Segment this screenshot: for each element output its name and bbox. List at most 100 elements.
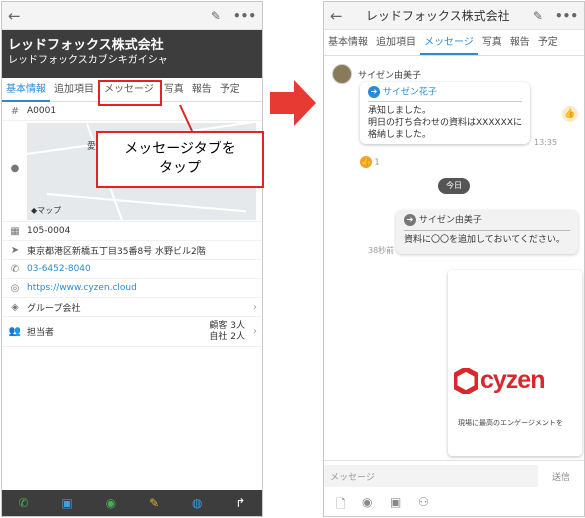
- phone-row[interactable]: ✆ 03-6452-8040: [2, 260, 262, 279]
- cyzen-hex-icon: [454, 367, 478, 394]
- instruction-callout: メッセージタブを タップ: [96, 131, 264, 188]
- tab-schedule[interactable]: 予定: [216, 78, 244, 102]
- right-tab-bar: 基本情報 追加項目 メッセージ 写真 報告 予定: [324, 30, 584, 56]
- tab-basic-info[interactable]: 基本情報: [324, 31, 372, 55]
- more-options-icon[interactable]: •••: [555, 9, 578, 23]
- message-input-placeholder: メッセージ: [330, 473, 375, 483]
- postal-row: ▦ 105-0004: [2, 222, 262, 241]
- staff-client-count: 顧客 3人: [209, 320, 245, 331]
- location-pin-icon: ●: [10, 163, 20, 174]
- right-title: レッドフォックス株式会社: [365, 9, 510, 23]
- send-button[interactable]: 送信: [552, 470, 570, 483]
- received-message-bubble[interactable]: ➔ サイゼン花子 承知しました。 明日の打ち合わせの資料はXXXXXXに 格納し…: [360, 82, 530, 144]
- navigation-arrow-icon: ➤: [10, 244, 20, 256]
- address-text: 東京都港区新橋五丁目35番8号 水野ビル2階: [27, 246, 206, 257]
- mine-quote-sender: サイゼン由美子: [418, 215, 482, 226]
- staff-internal-count: 自社 2人: [209, 331, 245, 342]
- add-user-icon[interactable]: ⚇: [418, 495, 429, 509]
- date-chip: 今日: [438, 178, 470, 194]
- map-brand-label: マップ: [37, 206, 62, 215]
- map-brand: ◆マップ: [31, 206, 62, 215]
- tab-report[interactable]: 報告: [188, 78, 216, 102]
- composer: メッセージ 送信 🗋 ◉ ▣ ⚇: [324, 460, 584, 516]
- tab-schedule[interactable]: 予定: [534, 31, 562, 55]
- staff-label: 担当者: [27, 328, 55, 338]
- cyzen-tagline: 現場に最高のエンゲージメントを: [458, 419, 563, 427]
- sender-name: サイゼン由美子: [358, 71, 422, 81]
- sent-message-bubble[interactable]: ➔ サイゼン由美子 資料に〇〇を追加しておいてください。: [396, 210, 578, 254]
- calendar-check-icon[interactable]: ▣: [61, 496, 72, 510]
- globe-action-icon[interactable]: ◍: [192, 496, 202, 510]
- people-icon: 👥: [8, 326, 22, 337]
- thumbs-up-icon: 👍: [360, 156, 372, 168]
- quote-header: ➔ サイゼン花子: [368, 86, 522, 102]
- tab-additional[interactable]: 追加項目: [50, 78, 98, 102]
- reply-arrow-icon: ➔: [368, 86, 380, 98]
- message-input[interactable]: メッセージ: [324, 465, 538, 487]
- chevron-right-icon: ›: [253, 301, 257, 313]
- postal-code: 105-0004: [27, 226, 71, 236]
- bottom-action-bar: ✆ ▣ ◉ ✎ ◍ ↱: [2, 490, 262, 516]
- hash-icon: #: [10, 105, 20, 117]
- transition-arrow-icon: [270, 80, 316, 126]
- msg1-time: 13:35: [534, 138, 558, 147]
- tab-photo[interactable]: 写真: [160, 78, 188, 102]
- avatar[interactable]: [332, 64, 352, 84]
- tab-additional[interactable]: 追加項目: [372, 31, 420, 55]
- tab-photo[interactable]: 写真: [478, 31, 506, 55]
- address-row[interactable]: ➤ 東京都港区新橋五丁目35番8号 水野ビル2階: [2, 241, 262, 260]
- phone-number[interactable]: 03-6452-8040: [27, 264, 257, 274]
- reaction-badge[interactable]: 👍 1: [360, 156, 380, 168]
- mine-text: 資料に〇〇を追加しておいてください。: [404, 234, 565, 245]
- edit-pencil-icon[interactable]: ✎: [211, 9, 221, 23]
- right-screen: ← レッドフォックス株式会社 ✎ ••• 基本情報 追加項目 メッセージ 写真 …: [323, 1, 585, 517]
- callout-line-1: メッセージタブを: [124, 141, 236, 157]
- report-edit-icon[interactable]: ✎: [149, 496, 159, 510]
- right-top-bar: ← レッドフォックス株式会社 ✎ •••: [324, 2, 584, 30]
- group-label: グループ会社: [27, 303, 81, 314]
- left-screen: ← ✎ ••• レッドフォックス株式会社 レッドフォックスカブシキガイシャ 基本…: [1, 1, 263, 517]
- back-arrow-icon[interactable]: ←: [330, 7, 343, 25]
- msg1-line2: 明日の打ち合わせの資料はXXXXXXに: [368, 117, 522, 128]
- file-icon[interactable]: 🗋: [336, 495, 346, 516]
- camera-icon[interactable]: ◉: [362, 495, 372, 509]
- staff-row[interactable]: 👥 担当者 顧客 3人 自社 2人 ›: [2, 317, 262, 347]
- callout-line-2: タップ: [159, 160, 201, 176]
- cyzen-logo: cyzen: [454, 366, 545, 395]
- more-options-icon[interactable]: •••: [233, 9, 256, 23]
- quote-sender: サイゼン花子: [382, 87, 437, 98]
- url-row[interactable]: ◎ https://www.cyzen.cloud: [2, 279, 262, 298]
- date-chip-label: 今日: [446, 181, 462, 190]
- call-icon[interactable]: ✆: [18, 496, 28, 510]
- cyzen-logo-text: cyzen: [480, 366, 545, 394]
- msg1-line3: 格納しました。: [368, 129, 432, 140]
- tab-basic-info[interactable]: 基本情報: [2, 78, 50, 102]
- back-arrow-icon[interactable]: ←: [8, 7, 21, 25]
- share-arrow-icon[interactable]: ↱: [235, 496, 245, 510]
- company-kana: レッドフォックスカブシキガイシャ: [8, 55, 168, 66]
- group-row[interactable]: ◈ グループ会社 ›: [2, 298, 262, 317]
- staff-counts: 顧客 3人 自社 2人: [209, 321, 245, 343]
- customer-code: A0001: [27, 106, 57, 116]
- phone-icon: ✆: [10, 263, 20, 275]
- edit-pencil-icon[interactable]: ✎: [533, 9, 543, 23]
- image-attachment[interactable]: cyzen 現場に最高のエンゲージメントを: [448, 270, 582, 456]
- company-header: レッドフォックス株式会社 レッドフォックスカブシキガイシャ: [2, 30, 262, 78]
- mine-time: 38秒前: [368, 246, 395, 255]
- tag-icon: ◈: [11, 301, 19, 313]
- reply-arrow-icon: ➔: [404, 214, 416, 226]
- camera-icon[interactable]: ◉: [106, 496, 116, 510]
- chevron-right-icon: ›: [253, 326, 257, 337]
- tab-message[interactable]: メッセージ: [420, 31, 478, 55]
- website-link[interactable]: https://www.cyzen.cloud: [27, 283, 257, 293]
- mine-quote-header: ➔ サイゼン由美子: [404, 214, 570, 231]
- left-top-bar: ← ✎ •••: [2, 2, 262, 30]
- reaction-count: 1: [374, 157, 380, 167]
- building-icon: ▦: [10, 225, 20, 237]
- image-icon[interactable]: ▣: [390, 495, 401, 509]
- like-button-icon[interactable]: 👍: [562, 106, 578, 122]
- globe-icon: ◎: [10, 282, 20, 294]
- msg1-line1: 承知しました。: [368, 105, 432, 116]
- company-name: レッドフォックス株式会社: [8, 38, 164, 53]
- tab-report[interactable]: 報告: [506, 31, 534, 55]
